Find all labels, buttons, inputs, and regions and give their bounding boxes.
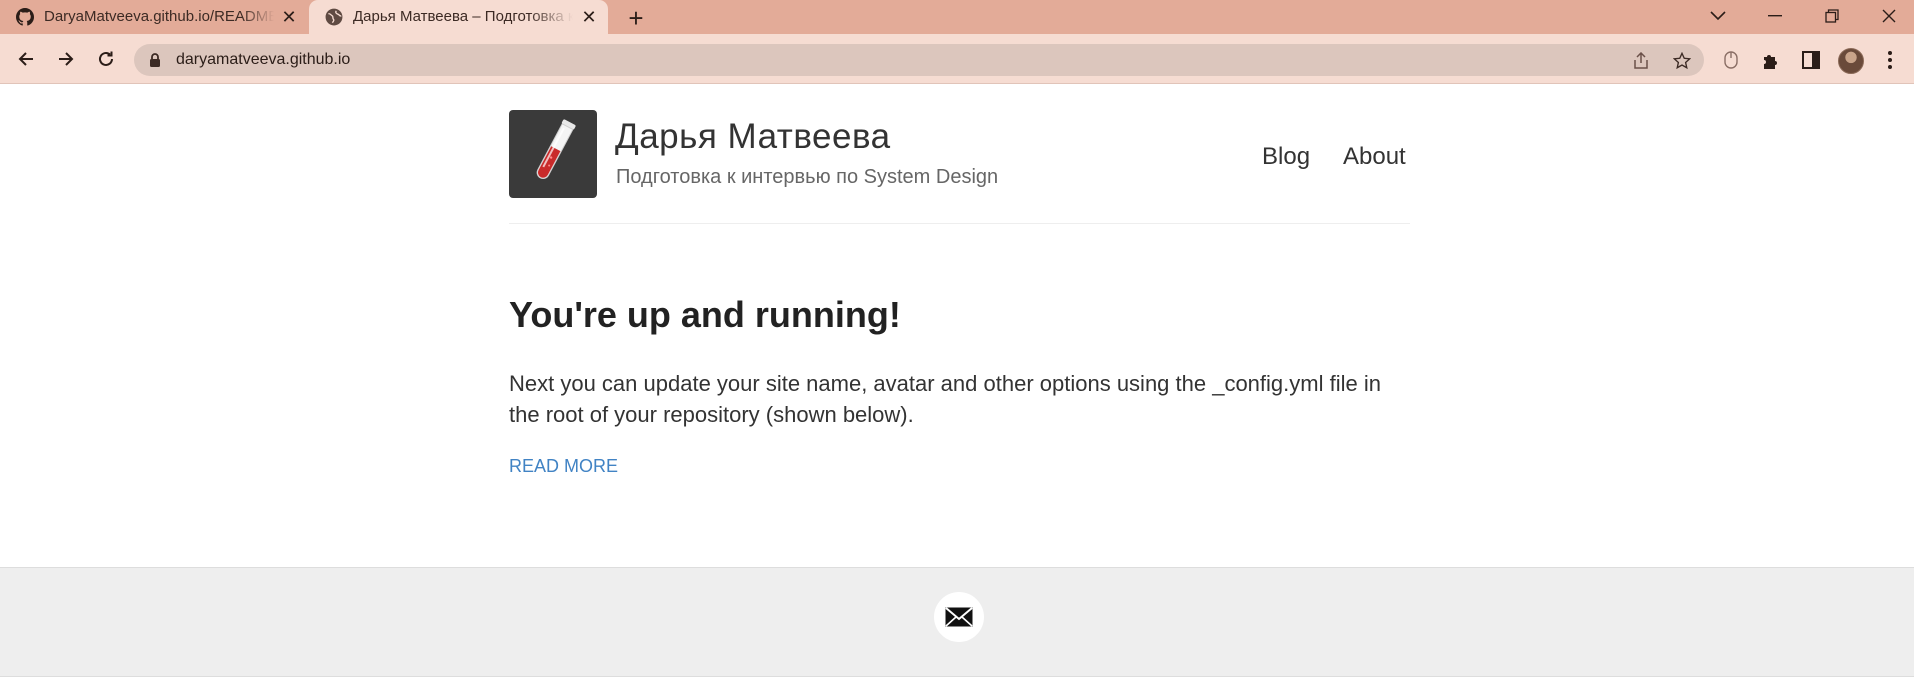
read-more-link[interactable]: READ MORE [509, 456, 618, 477]
profile-avatar[interactable] [1838, 48, 1864, 74]
post-excerpt: Next you can update your site name, avat… [509, 371, 1381, 427]
lock-icon[interactable] [149, 53, 161, 67]
browser-toolbar: daryamatveeva.github.io [0, 34, 1914, 84]
site-name[interactable]: Дарья Матвеева [615, 117, 891, 157]
nav-blog-link[interactable]: Blog [1262, 143, 1310, 171]
site-description: Подготовка к интервью по System Design [616, 166, 999, 188]
tab-active-site[interactable]: Дарья Матвеева – Подготовка к интервью п… [309, 0, 608, 34]
tab-strip: DaryaMatveeva.github.io/README.md ✕ Дарь… [0, 0, 1914, 34]
mouse-extension-icon[interactable] [1719, 48, 1743, 72]
address-bar[interactable]: daryamatveeva.github.io [134, 44, 1704, 76]
tab-title: Дарья Матвеева – Подготовка к интервью п… [353, 8, 573, 25]
restore-icon[interactable] [1809, 0, 1855, 32]
close-window-icon[interactable] [1866, 0, 1912, 32]
web-page: Дарья Матвеева Подготовка к интервью по … [0, 85, 1914, 691]
test-tube-icon [536, 119, 576, 179]
back-icon[interactable] [12, 45, 40, 73]
extensions-puzzle-icon[interactable] [1759, 48, 1783, 72]
minimize-icon[interactable] [1752, 0, 1798, 32]
tab-readme[interactable]: DaryaMatveeva.github.io/README.md ✕ [0, 0, 306, 34]
reload-icon[interactable] [92, 45, 120, 73]
tab-search-icon[interactable] [1695, 0, 1741, 32]
github-icon [16, 8, 34, 26]
nav-about-link[interactable]: About [1343, 143, 1406, 171]
forward-icon[interactable] [52, 45, 80, 73]
site-avatar[interactable] [509, 110, 597, 198]
share-icon[interactable] [1630, 50, 1652, 72]
globe-icon [325, 8, 343, 26]
header-divider [509, 223, 1410, 224]
menu-kebab-icon[interactable] [1878, 48, 1902, 72]
post-title: You're up and running! [509, 294, 901, 335]
side-panel-icon[interactable] [1799, 48, 1823, 72]
bookmark-star-icon[interactable] [1671, 50, 1693, 72]
new-tab-icon[interactable]: + [622, 3, 650, 33]
url-text[interactable]: daryamatveeva.github.io [176, 51, 350, 69]
tab-title: DaryaMatveeva.github.io/README.md [44, 8, 274, 25]
envelope-icon[interactable] [934, 592, 984, 642]
close-tab-icon[interactable]: ✕ [279, 7, 299, 27]
site-footer [0, 567, 1914, 677]
close-tab-icon[interactable]: ✕ [579, 7, 599, 27]
